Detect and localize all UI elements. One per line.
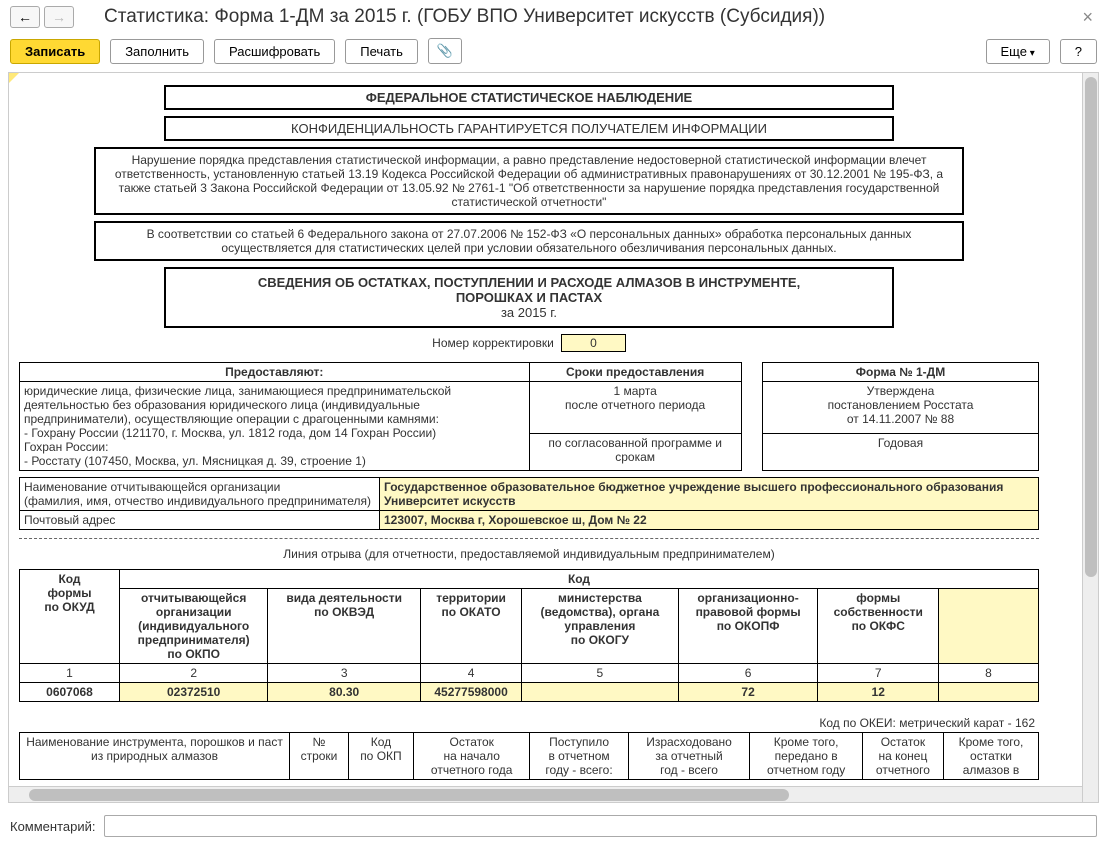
instr-h-3: Остаток на начало отчетного года: [413, 733, 530, 780]
codes-table: Код формы по ОКУД Код отчитывающейся орг…: [19, 569, 1039, 702]
codes-num-3: 4: [421, 664, 522, 683]
tear-label: Линия отрыва (для отчетности, предоставл…: [19, 547, 1039, 561]
instr-h-8: Кроме того, остатки алмазов в: [943, 733, 1038, 780]
correction-label: Номер корректировки: [432, 336, 554, 350]
instr-h-5: Израсходовано за отчетный год - всего: [628, 733, 750, 780]
codes-val-3[interactable]: 45277598000: [421, 683, 522, 702]
comment-input[interactable]: [104, 815, 1098, 837]
codes-val-4[interactable]: [522, 683, 679, 702]
attach-button[interactable]: 📎: [428, 38, 462, 64]
codes-h-1: отчитывающейся организации (индивидуальн…: [120, 589, 268, 664]
close-button[interactable]: ×: [1078, 7, 1097, 28]
report-title-l3: за 2015 г.: [172, 305, 886, 320]
provide-h3: Форма № 1-ДМ: [763, 363, 1039, 382]
header-box-1: ФЕДЕРАЛЬНОЕ СТАТИСТИЧЕСКОЕ НАБЛЮДЕНИЕ: [164, 85, 894, 110]
warning-box: Нарушение порядка представления статисти…: [94, 147, 964, 215]
codes-kod-header: Код: [120, 570, 1039, 589]
instr-h-1: № строки: [290, 733, 349, 780]
nav-back-button[interactable]: ←: [10, 6, 40, 28]
codes-val-0: 0607068: [20, 683, 120, 702]
provide-h2: Сроки предоставления: [529, 363, 741, 382]
org-table: Наименование отчитывающейся организации …: [19, 477, 1039, 530]
instr-h-2: Код по ОКП: [348, 733, 413, 780]
more-button[interactable]: Еще: [986, 39, 1050, 64]
tear-line: [19, 538, 1039, 539]
codes-num-6: 7: [818, 664, 939, 683]
instr-h-0: Наименование инструмента, порошков и пас…: [20, 733, 290, 780]
codes-num-5: 6: [678, 664, 818, 683]
codes-num-7: 8: [939, 664, 1039, 683]
personal-data-box: В соответствии со статьей 6 Федерального…: [94, 221, 964, 261]
org-label-address: Почтовый адрес: [20, 511, 380, 530]
fill-button[interactable]: Заполнить: [110, 39, 204, 64]
provide-body3: Утверждена постановлением Росстата от 14…: [763, 382, 1039, 434]
provide-table: Предоставляют: Сроки предоставления Форм…: [19, 362, 1039, 471]
org-value-name[interactable]: Государственное образовательное бюджетно…: [380, 478, 1039, 511]
horizontal-scrollbar[interactable]: [9, 786, 1082, 802]
org-label-name: Наименование отчитывающейся организации …: [20, 478, 380, 511]
document-scroll[interactable]: ФЕДЕРАЛЬНОЕ СТАТИСТИЧЕСКОЕ НАБЛЮДЕНИЕ КО…: [9, 73, 1098, 802]
paperclip-icon: 📎: [437, 43, 453, 58]
report-title-l2: ПОРОШКАХ И ПАСТАХ: [172, 290, 886, 305]
codes-h-3: территории по ОКАТО: [421, 589, 522, 664]
codes-h-0: Код формы по ОКУД: [20, 570, 120, 664]
codes-num-0: 1: [20, 664, 120, 683]
save-button[interactable]: Записать: [10, 39, 100, 64]
instr-h-6: Кроме того, передано в отчетном году: [750, 733, 862, 780]
report-title-box: СВЕДЕНИЯ ОБ ОСТАТКАХ, ПОСТУПЛЕНИИ И РАСХ…: [164, 267, 894, 328]
instr-h-4: Поступило в отчетном году - всего:: [530, 733, 628, 780]
codes-h-7[interactable]: [939, 589, 1039, 664]
codes-val-5[interactable]: 72: [678, 683, 818, 702]
decode-button[interactable]: Расшифровать: [214, 39, 335, 64]
window-title: Статистика: Форма 1-ДМ за 2015 г. (ГОБУ …: [104, 6, 1078, 28]
codes-num-1: 2: [120, 664, 268, 683]
provide-body1: юридические лица, физические лица, заним…: [20, 382, 530, 471]
codes-num-2: 3: [268, 664, 421, 683]
comment-label: Комментарий:: [10, 819, 96, 834]
codes-h-5: организационно- правовой формы по ОКОПФ: [678, 589, 818, 664]
instr-h-7: Остаток на конец отчетного: [862, 733, 943, 780]
correction-value[interactable]: 0: [561, 334, 626, 352]
provide-body2b: по согласованной программе и срокам: [529, 434, 741, 471]
codes-h-4: министерства (ведомства), органа управле…: [522, 589, 679, 664]
provide-body3b: Годовая: [763, 434, 1039, 471]
codes-val-7[interactable]: [939, 683, 1039, 702]
vertical-scrollbar[interactable]: [1082, 73, 1098, 802]
provide-h1: Предоставляют:: [20, 363, 530, 382]
report-title-l1: СВЕДЕНИЯ ОБ ОСТАТКАХ, ПОСТУПЛЕНИИ И РАСХ…: [172, 275, 886, 290]
codes-h-6: формы собственности по ОКФС: [818, 589, 939, 664]
codes-val-2[interactable]: 80.30: [268, 683, 421, 702]
instruments-table: Наименование инструмента, порошков и пас…: [19, 732, 1039, 780]
codes-val-6[interactable]: 12: [818, 683, 939, 702]
codes-val-1[interactable]: 02372510: [120, 683, 268, 702]
header-box-2: КОНФИДЕНЦИАЛЬНОСТЬ ГАРАНТИРУЕТСЯ ПОЛУЧАТ…: [164, 116, 894, 141]
provide-body2a: 1 марта после отчетного периода: [529, 382, 741, 434]
codes-num-4: 5: [522, 664, 679, 683]
nav-forward-button[interactable]: →: [44, 6, 74, 28]
codes-h-2: вида деятельности по ОКВЭД: [268, 589, 421, 664]
print-button[interactable]: Печать: [345, 39, 418, 64]
help-button[interactable]: ?: [1060, 39, 1097, 64]
okei-label: Код по ОКЕИ: метрический карат - 162: [19, 716, 1035, 730]
org-value-address[interactable]: 123007, Москва г, Хорошевское ш, Дом № 2…: [380, 511, 1039, 530]
